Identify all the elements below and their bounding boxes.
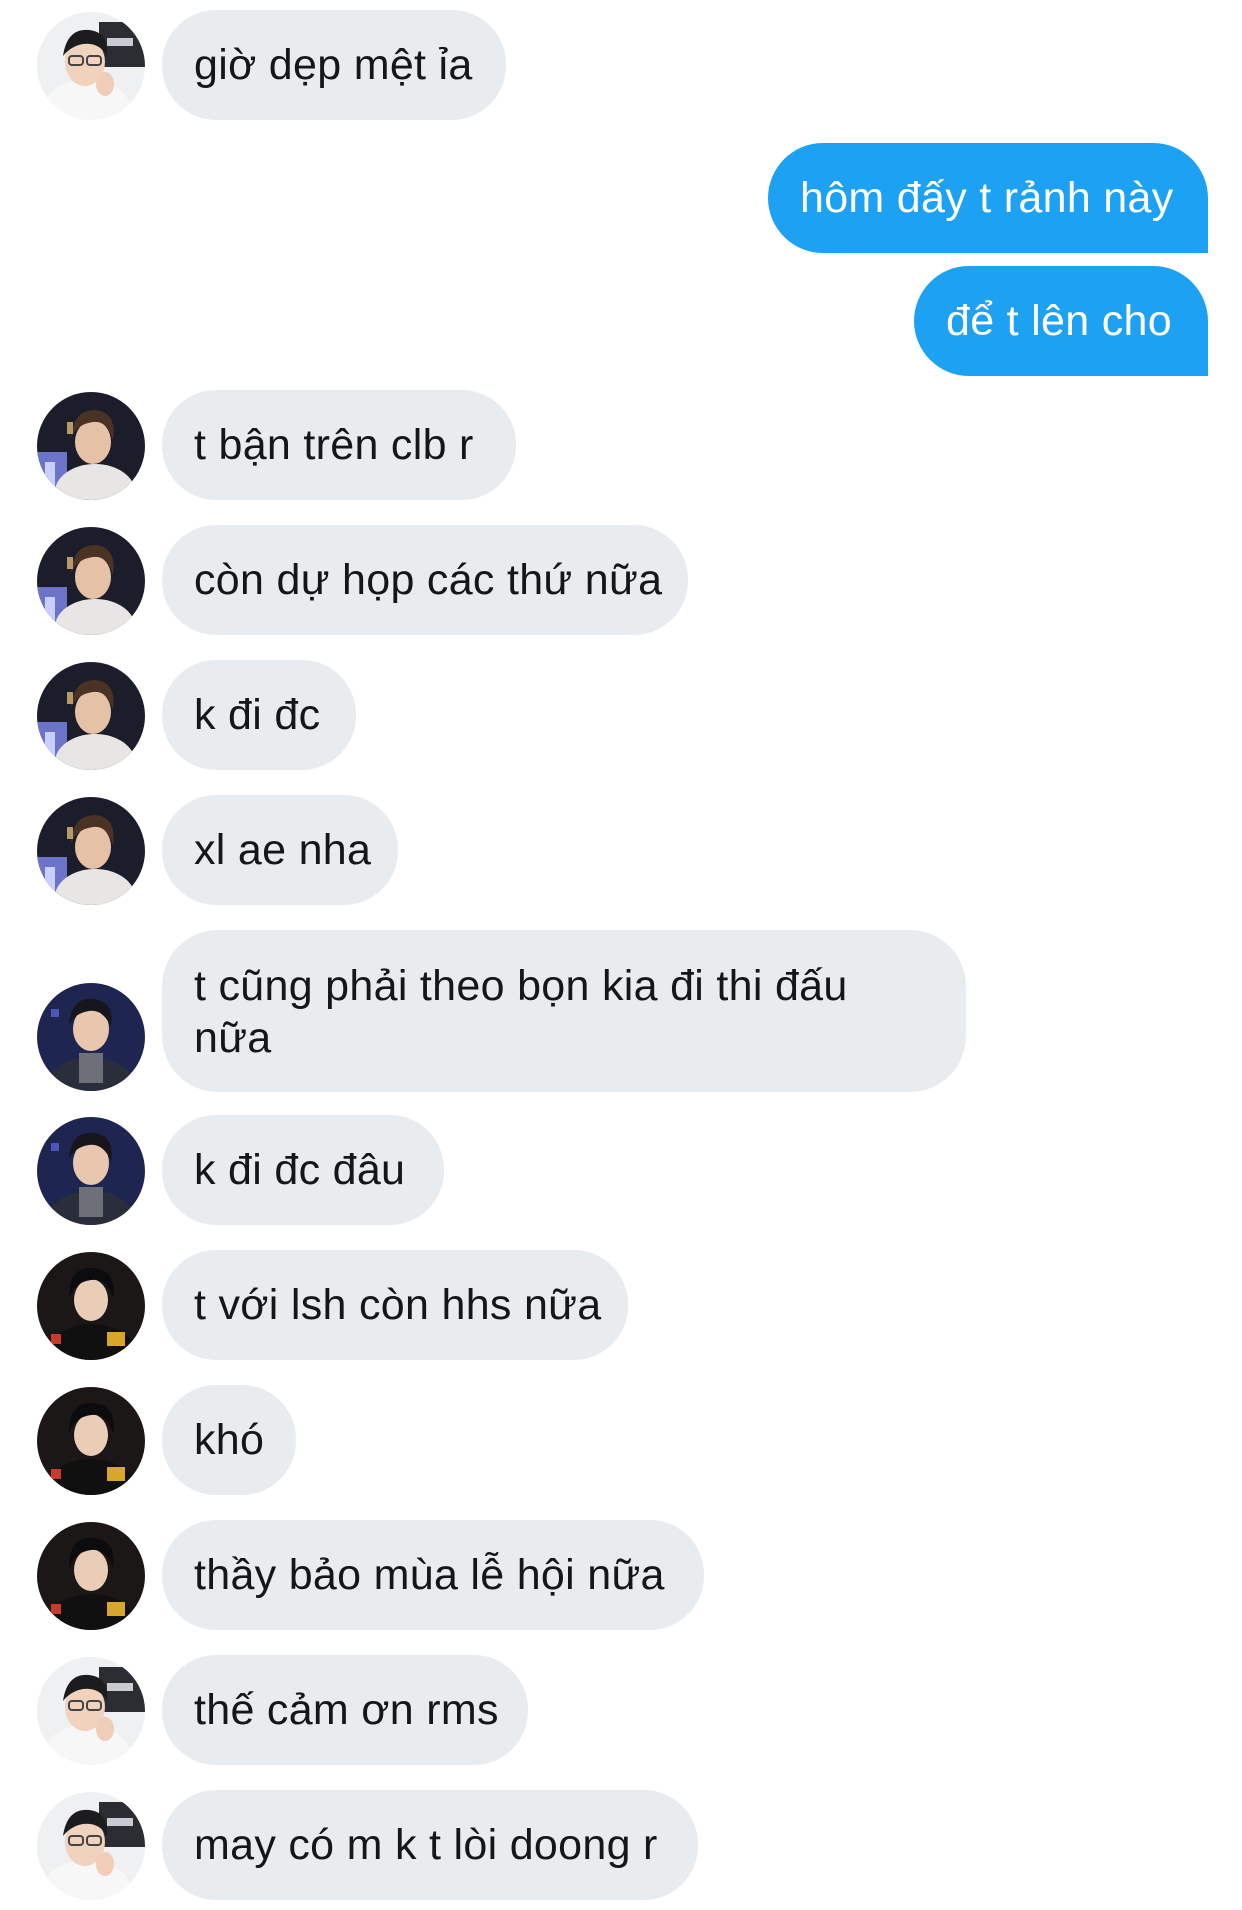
message-bubble-incoming[interactable]: giờ dẹp mệt ỉa <box>162 10 506 120</box>
message-bubble-incoming[interactable]: t cũng phải theo bọn kia đi thi đấu nữa <box>162 930 966 1092</box>
avatar-photo-icon <box>37 1792 145 1900</box>
message-row: may có m k t lòi doong r <box>0 1790 1242 1900</box>
avatar-photo-icon <box>37 1657 145 1765</box>
user-avatar-dark[interactable] <box>37 1387 145 1495</box>
message-row: khó <box>0 1385 1242 1495</box>
avatar-photo-icon <box>37 662 145 770</box>
message-bubble-incoming[interactable]: may có m k t lòi doong r <box>162 1790 698 1900</box>
message-text: k đi đc đâu <box>194 1146 406 1194</box>
user-avatar-navy[interactable] <box>37 983 145 1091</box>
avatar-photo-icon <box>37 527 145 635</box>
avatar-photo-icon <box>37 1522 145 1630</box>
message-row: hôm đấy t rảnh này <box>0 143 1242 253</box>
message-bubble-outgoing[interactable]: để t lên cho <box>914 266 1208 376</box>
message-text: k đi đc <box>194 691 321 739</box>
message-text: may có m k t lòi doong r <box>194 1821 658 1869</box>
avatar-photo-icon <box>37 1252 145 1360</box>
message-row: thầy bảo mùa lễ hội nữa <box>0 1520 1242 1630</box>
message-text: t bận trên clb r <box>194 421 474 469</box>
message-row: thế cảm ơn rms <box>0 1655 1242 1765</box>
message-bubble-incoming[interactable]: thầy bảo mùa lễ hội nữa <box>162 1520 704 1630</box>
message-text: còn dự họp các thứ nữa <box>194 556 663 604</box>
user-avatar-navy[interactable] <box>37 1117 145 1225</box>
user-avatar-glasses[interactable] <box>37 12 145 120</box>
user-avatar-dark[interactable] <box>37 1252 145 1360</box>
message-row: k đi đc <box>0 660 1242 770</box>
message-row: t cũng phải theo bọn kia đi thi đấu nữa <box>0 930 1242 1092</box>
avatar-photo-icon <box>37 12 145 120</box>
user-avatar-dark[interactable] <box>37 1522 145 1630</box>
message-row: để t lên cho <box>0 266 1242 376</box>
message-text: t cũng phải theo bọn kia đi thi đấu nữa <box>194 962 848 1062</box>
message-bubble-incoming[interactable]: thế cảm ơn rms <box>162 1655 528 1765</box>
message-text: xl ae nha <box>194 826 372 874</box>
message-text: để t lên cho <box>946 297 1172 345</box>
message-text: khó <box>194 1416 265 1464</box>
user-avatar-stage[interactable] <box>37 797 145 905</box>
avatar-photo-icon <box>37 797 145 905</box>
user-avatar-glasses[interactable] <box>37 1792 145 1900</box>
message-row: còn dự họp các thứ nữa <box>0 525 1242 635</box>
avatar-photo-icon <box>37 392 145 500</box>
message-row: giờ dẹp mệt ỉa <box>0 10 1242 120</box>
user-avatar-glasses[interactable] <box>37 1657 145 1765</box>
message-text: hôm đấy t rảnh này <box>800 174 1174 222</box>
message-bubble-incoming[interactable]: xl ae nha <box>162 795 398 905</box>
message-bubble-outgoing[interactable]: hôm đấy t rảnh này <box>768 143 1208 253</box>
message-text: giờ dẹp mệt ỉa <box>194 41 473 89</box>
message-bubble-incoming[interactable]: t bận trên clb r <box>162 390 516 500</box>
message-bubble-incoming[interactable]: khó <box>162 1385 296 1495</box>
message-text: thế cảm ơn rms <box>194 1686 499 1734</box>
message-bubble-incoming[interactable]: k đi đc đâu <box>162 1115 444 1225</box>
message-text: t với lsh còn hhs nữa <box>194 1281 602 1329</box>
message-row: k đi đc đâu <box>0 1115 1242 1225</box>
message-bubble-incoming[interactable]: k đi đc <box>162 660 356 770</box>
user-avatar-stage[interactable] <box>37 392 145 500</box>
message-row: t bận trên clb r <box>0 390 1242 500</box>
avatar-photo-icon <box>37 983 145 1091</box>
message-bubble-incoming[interactable]: còn dự họp các thứ nữa <box>162 525 688 635</box>
avatar-photo-icon <box>37 1387 145 1495</box>
avatar-photo-icon <box>37 1117 145 1225</box>
message-bubble-incoming[interactable]: t với lsh còn hhs nữa <box>162 1250 628 1360</box>
user-avatar-stage[interactable] <box>37 527 145 635</box>
message-row: xl ae nha <box>0 795 1242 905</box>
message-text: thầy bảo mùa lễ hội nữa <box>194 1551 665 1599</box>
message-row: t với lsh còn hhs nữa <box>0 1250 1242 1360</box>
user-avatar-stage[interactable] <box>37 662 145 770</box>
